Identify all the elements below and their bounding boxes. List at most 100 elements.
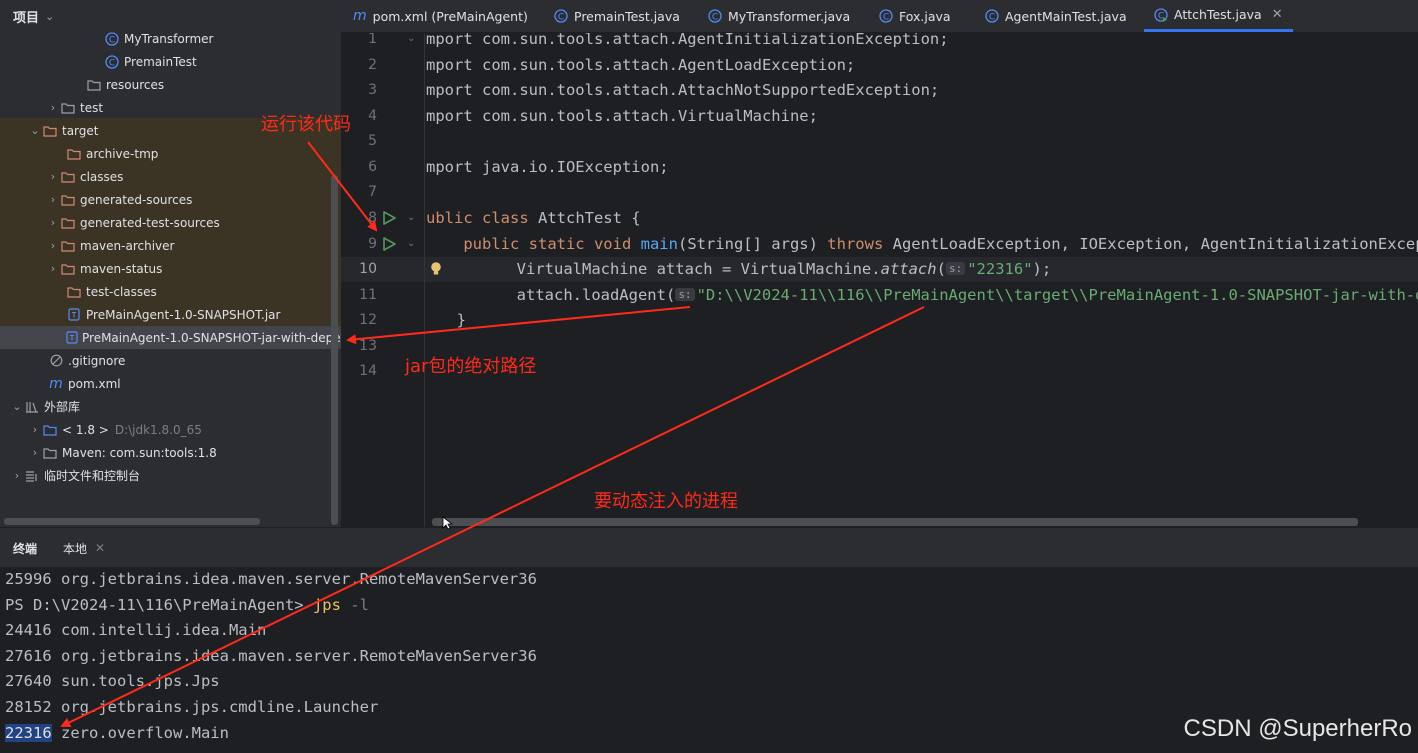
annotation-target-process: 要动态注入的进程 xyxy=(594,491,738,512)
jar-icon xyxy=(66,308,82,322)
tree-item-label: maven-archiver xyxy=(80,238,175,253)
tree-item-pom[interactable]: m pom.xml xyxy=(0,372,341,395)
tree-item-label: 外部库 xyxy=(44,400,81,414)
tab-attchtest[interactable]: C AttchTest.java ✕ xyxy=(1144,0,1293,32)
line-number: 11 xyxy=(359,287,377,303)
line-number: 12 xyxy=(359,312,377,328)
java-class-icon: C xyxy=(985,9,999,23)
mouse-cursor-icon xyxy=(442,516,454,530)
run-icon[interactable] xyxy=(381,210,397,226)
tree-item-label: maven-status xyxy=(80,261,163,276)
fold-icon[interactable]: ⌄ xyxy=(407,238,415,249)
tree-item-jar-with-dependencies[interactable]: PreMainAgent-1.0-SNAPSHOT-jar-with-depen… xyxy=(0,326,341,349)
tree-item-resources[interactable]: resources xyxy=(0,73,341,96)
tab-pom[interactable]: m pom.xml (PreMainAgent) xyxy=(353,0,528,32)
prompt: PS D:\V2024-11\116\PreMainAgent> xyxy=(5,596,313,614)
chevron-right-icon[interactable]: › xyxy=(28,423,42,436)
tree-item-label: generated-sources xyxy=(80,192,193,207)
tree-item-label: classes xyxy=(80,169,124,184)
line-number: 6 xyxy=(368,159,377,175)
project-title[interactable]: 项目 xyxy=(13,7,39,26)
tree-item-maven-archiver[interactable]: › maven-archiver xyxy=(0,234,341,257)
tree-item-label: test xyxy=(80,100,104,115)
tree-item-premaintest[interactable]: C PremainTest xyxy=(0,50,341,73)
keyword: public static void xyxy=(463,235,632,253)
tree-item-archive-tmp[interactable]: archive-tmp xyxy=(0,142,341,165)
tree-item-label: resources xyxy=(106,77,165,92)
code-line-1: mport com.sun.tools.attach.AgentInitiali… xyxy=(426,33,949,48)
tab-local[interactable]: 本地 ✕ xyxy=(63,540,105,557)
horizontal-scrollbar[interactable] xyxy=(432,518,1358,526)
code-text: VirtualMachine attach = VirtualMachine. xyxy=(470,260,881,278)
tab-mytransformer[interactable]: C MyTransformer.java xyxy=(708,0,850,32)
tree-item-label: target xyxy=(62,123,99,138)
chevron-down-icon[interactable]: ⌄ xyxy=(10,400,24,413)
chevron-down-icon[interactable]: ⌄ xyxy=(28,124,42,137)
folder-icon xyxy=(66,285,82,299)
chevron-right-icon[interactable]: › xyxy=(46,170,60,183)
folder-icon xyxy=(60,193,76,207)
line-number: 10 xyxy=(359,261,377,277)
tree-item-test-classes[interactable]: test-classes xyxy=(0,280,341,303)
tree-item-maven-tools[interactable]: › Maven: com.sun:tools:1.8 xyxy=(0,441,341,464)
chevron-down-icon[interactable]: ⌄ xyxy=(45,10,54,23)
fold-icon[interactable]: ⌄ xyxy=(407,33,415,44)
tree-item-classes[interactable]: › classes xyxy=(0,165,341,188)
tree-item-label: PreMainAgent-1.0-SNAPSHOT.jar xyxy=(86,307,281,322)
vertical-scrollbar[interactable] xyxy=(331,175,338,525)
tree-item-label: pom.xml xyxy=(68,376,121,391)
code-line-10: VirtualMachine attach = VirtualMachine.a… xyxy=(470,260,1052,278)
tree-item-external-libraries[interactable]: ⌄ 外部库 xyxy=(0,395,341,418)
code-line-12: } xyxy=(438,311,466,329)
tab-label: Fox.java xyxy=(899,8,951,24)
code-line-4: mport com.sun.tools.attach.VirtualMachin… xyxy=(426,107,818,125)
selected-pid[interactable]: 22316 xyxy=(5,724,52,742)
terminal-line: 25996 org.jetbrains.idea.maven.server.Re… xyxy=(5,570,537,588)
tree-item-mytransformer[interactable]: C MyTransformer xyxy=(0,27,341,50)
tab-agentmaintest[interactable]: C AgentMainTest.java xyxy=(985,0,1127,32)
svg-text:C: C xyxy=(109,35,115,45)
tree-item-maven-status[interactable]: › maven-status xyxy=(0,257,341,280)
line-number: 1 xyxy=(368,33,377,47)
chevron-right-icon[interactable]: › xyxy=(46,239,60,252)
run-icon[interactable] xyxy=(381,236,397,252)
tab-label: AttchTest.java xyxy=(1174,7,1262,22)
chevron-right-icon[interactable]: › xyxy=(10,469,24,482)
keyword: ublic class xyxy=(426,209,529,227)
code-line-3: mport com.sun.tools.attach.AttachNotSupp… xyxy=(426,81,940,99)
tree-item-jdk[interactable]: › < 1.8 > D:\jdk1.8.0_65 xyxy=(0,418,341,441)
chevron-right-icon[interactable]: › xyxy=(46,101,60,114)
chevron-right-icon[interactable]: › xyxy=(46,262,60,275)
chevron-right-icon[interactable]: › xyxy=(28,446,42,459)
horizontal-scrollbar[interactable] xyxy=(4,518,260,525)
line-number: 9 xyxy=(368,236,377,252)
code-line-6: mport java.io.IOException; xyxy=(426,158,669,176)
method-call: attach xyxy=(880,260,937,278)
close-icon[interactable]: ✕ xyxy=(1272,7,1283,22)
terminal-line: 27616 org.jetbrains.idea.maven.server.Re… xyxy=(5,647,537,665)
terminal-line: 22316 zero.overflow.Main xyxy=(5,724,229,742)
terminal-title[interactable]: 终端 xyxy=(13,540,37,557)
tree-item-gitignore[interactable]: .gitignore xyxy=(0,349,341,372)
tree-item-scratches[interactable]: › 临时文件和控制台 xyxy=(0,464,341,487)
line-number: 14 xyxy=(359,363,377,379)
folder-icon xyxy=(60,239,76,253)
chevron-right-icon[interactable]: › xyxy=(46,193,60,206)
code-editor[interactable]: 1 2 3 4 5 6 7 8 9 10 11 12 13 14 ⌄ ⌄ ⌄ m… xyxy=(341,33,1418,527)
tree-item-generated-test-sources[interactable]: › generated-test-sources xyxy=(0,211,341,234)
tree-item-generated-sources[interactable]: › generated-sources xyxy=(0,188,341,211)
folder-icon xyxy=(60,101,76,115)
tab-fox[interactable]: C Fox.java xyxy=(879,0,951,32)
tree-item-label: 临时文件和控制台 xyxy=(44,469,141,483)
parameter-hint: s: xyxy=(675,288,695,301)
chevron-right-icon[interactable]: › xyxy=(46,216,60,229)
tree-item-label: PreMainAgent-1.0-SNAPSHOT-jar-with-depen… xyxy=(82,330,341,345)
tree-item-label: PremainTest xyxy=(124,54,197,69)
lightbulb-icon[interactable] xyxy=(429,261,443,277)
library-icon xyxy=(42,446,58,460)
close-icon[interactable]: ✕ xyxy=(95,541,105,555)
fold-icon[interactable]: ⌄ xyxy=(407,212,415,223)
tab-premaintest[interactable]: C PremainTest.java xyxy=(554,0,680,32)
tab-label: MyTransformer.java xyxy=(728,8,851,24)
tree-item-jar[interactable]: PreMainAgent-1.0-SNAPSHOT.jar xyxy=(0,303,341,326)
